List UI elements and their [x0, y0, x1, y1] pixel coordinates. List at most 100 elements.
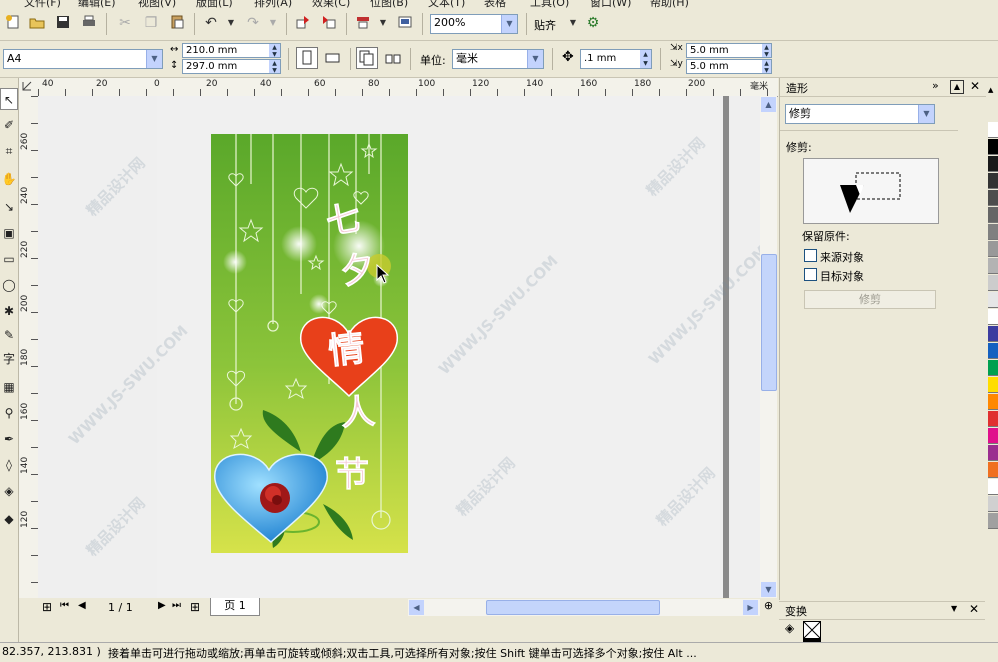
- spin-arrows-icon[interactable]: ▲ ▼: [640, 50, 651, 68]
- paper-width-field[interactable]: 210.0 mm ▲ ▼: [182, 43, 281, 58]
- menu-table[interactable]: 表格: [484, 0, 506, 8]
- color-swatch[interactable]: [988, 411, 998, 427]
- snap-to-label[interactable]: 贴齐: [534, 17, 556, 33]
- portrait-button[interactable]: [296, 47, 318, 69]
- color-swatch[interactable]: [988, 292, 998, 308]
- vertical-ruler[interactable]: 260 240 220 200 180 160 140 120: [19, 96, 39, 598]
- save-icon[interactable]: [54, 14, 72, 32]
- close-docker-icon[interactable]: ✕: [970, 79, 980, 93]
- menu-bitmaps[interactable]: 位图(B): [370, 0, 408, 8]
- import-icon[interactable]: [294, 14, 312, 32]
- all-pages-button[interactable]: [356, 47, 378, 69]
- text-tool-icon[interactable]: 字: [0, 348, 18, 370]
- first-page-icon[interactable]: ⏮: [60, 600, 69, 611]
- color-swatch[interactable]: [988, 139, 998, 155]
- launcher-dropdown-icon[interactable]: ▼: [374, 14, 392, 32]
- landscape-button[interactable]: [322, 47, 344, 69]
- color-swatch[interactable]: [988, 343, 998, 359]
- close-docker-icon[interactable]: ✕: [969, 602, 979, 616]
- pick-tool-icon[interactable]: ↖: [0, 88, 18, 110]
- paste-icon[interactable]: [168, 14, 186, 32]
- undo-icon[interactable]: ↶: [202, 14, 220, 32]
- menu-edit[interactable]: 编辑(E): [78, 0, 116, 8]
- color-swatch[interactable]: [988, 445, 998, 461]
- color-swatch[interactable]: [988, 241, 998, 257]
- chevron-down-icon[interactable]: ▼: [146, 50, 162, 68]
- target-object-checkbox[interactable]: [804, 268, 817, 281]
- outline-tool-icon[interactable]: ◊: [0, 454, 18, 476]
- next-page-icon[interactable]: ▶: [158, 600, 166, 611]
- qixi-poster-artwork[interactable]: 七 夕 情 人 节: [211, 134, 408, 553]
- menu-text[interactable]: 文本(T): [428, 0, 465, 8]
- horizontal-scrollbar[interactable]: ◀ ▶: [408, 599, 760, 616]
- menu-arrange[interactable]: 排列(A): [254, 0, 292, 8]
- menu-tools[interactable]: 工具(O): [530, 0, 569, 8]
- duplicate-x-field[interactable]: 5.0 mm ▲ ▼: [686, 43, 772, 58]
- color-swatch[interactable]: [988, 428, 998, 444]
- color-swatch[interactable]: [988, 258, 998, 274]
- drawing-canvas[interactable]: 精品设计网 WWW.JS-SWU.COM 精品设计网 WWW.JS-SWU.CO…: [38, 96, 760, 598]
- undo-dropdown-icon[interactable]: ▼: [222, 14, 240, 32]
- target-object-label[interactable]: 目标对象: [820, 268, 864, 284]
- color-swatch[interactable]: [988, 207, 998, 223]
- color-swatch[interactable]: [988, 496, 998, 512]
- snap-dropdown-icon[interactable]: ▼: [564, 14, 582, 32]
- page-tab[interactable]: 页 1: [210, 598, 260, 616]
- polygon-tool-icon[interactable]: ✱: [0, 300, 18, 322]
- fill-none-swatch[interactable]: [803, 621, 821, 639]
- palette-scroll-up-icon[interactable]: ▲: [988, 86, 993, 94]
- scroll-right-icon[interactable]: ▶: [743, 600, 758, 615]
- redo-icon[interactable]: ↷: [244, 14, 262, 32]
- color-swatch[interactable]: [988, 360, 998, 376]
- source-object-checkbox[interactable]: [804, 249, 817, 262]
- chevron-down-icon[interactable]: ▼: [918, 105, 934, 123]
- spin-arrows-icon[interactable]: ▲ ▼: [762, 60, 771, 74]
- duplicate-y-field[interactable]: 5.0 mm ▲ ▼: [686, 59, 772, 74]
- smart-fill-tool-icon[interactable]: ▣: [0, 222, 18, 244]
- export-icon[interactable]: [320, 14, 338, 32]
- color-swatch[interactable]: [988, 513, 998, 529]
- horizontal-ruler[interactable]: 40 20 0 20 40 60 80 100 120 140 160 180 …: [38, 78, 778, 97]
- color-swatch[interactable]: [988, 224, 998, 240]
- paper-size-combo[interactable]: A4 ▼: [3, 49, 163, 69]
- current-page-button[interactable]: [382, 47, 404, 69]
- menu-file[interactable]: 文件(F): [24, 0, 61, 8]
- table-tool-icon[interactable]: ▦: [0, 376, 18, 398]
- vertical-scrollbar[interactable]: ▲ ▼: [760, 96, 777, 598]
- ellipse-tool-icon[interactable]: ◯: [0, 274, 18, 296]
- color-swatch[interactable]: [988, 156, 998, 172]
- previous-page-icon[interactable]: ◀: [78, 600, 86, 611]
- spin-arrows-icon[interactable]: ▲ ▼: [762, 44, 771, 58]
- menu-help[interactable]: 帮助(H): [650, 0, 689, 8]
- color-swatch[interactable]: [988, 479, 998, 495]
- color-swatch[interactable]: [988, 122, 998, 138]
- color-swatch[interactable]: [988, 326, 998, 342]
- application-launcher-icon[interactable]: [354, 14, 372, 32]
- color-swatch[interactable]: [988, 275, 998, 291]
- expand-docker-icon[interactable]: »: [932, 79, 939, 92]
- color-swatch[interactable]: [988, 190, 998, 206]
- scroll-left-icon[interactable]: ◀: [409, 600, 424, 615]
- freehand-tool-icon[interactable]: ↘: [0, 196, 18, 218]
- cut-icon[interactable]: ✂: [116, 14, 134, 32]
- ruler-origin-corner[interactable]: [19, 78, 39, 97]
- add-page-before-icon[interactable]: ⊞: [42, 600, 52, 614]
- spin-arrows-icon[interactable]: ▲ ▼: [269, 44, 280, 58]
- trim-apply-button[interactable]: 修剪: [804, 290, 936, 309]
- vertical-scroll-thumb[interactable]: [761, 254, 777, 391]
- new-document-icon[interactable]: [4, 14, 22, 32]
- collapse-docker-icon[interactable]: ▲: [950, 80, 964, 94]
- menu-effects[interactable]: 效果(C): [312, 0, 350, 8]
- scroll-up-icon[interactable]: ▲: [761, 97, 776, 112]
- spin-arrows-icon[interactable]: ▲ ▼: [269, 60, 280, 74]
- navigator-zoom-icon[interactable]: ⊕: [760, 599, 777, 616]
- add-page-after-icon[interactable]: ⊞: [190, 600, 200, 614]
- interactive-fill-tool-icon[interactable]: ◆: [0, 508, 18, 530]
- options-icon[interactable]: ⚙: [584, 14, 602, 32]
- horizontal-scroll-thumb[interactable]: [486, 600, 660, 615]
- last-page-icon[interactable]: ⏭: [172, 600, 181, 611]
- color-swatch[interactable]: [988, 394, 998, 410]
- color-swatch[interactable]: [988, 173, 998, 189]
- unit-combo[interactable]: 毫米 ▼: [452, 49, 544, 69]
- rectangle-tool-icon[interactable]: ▭: [0, 248, 18, 270]
